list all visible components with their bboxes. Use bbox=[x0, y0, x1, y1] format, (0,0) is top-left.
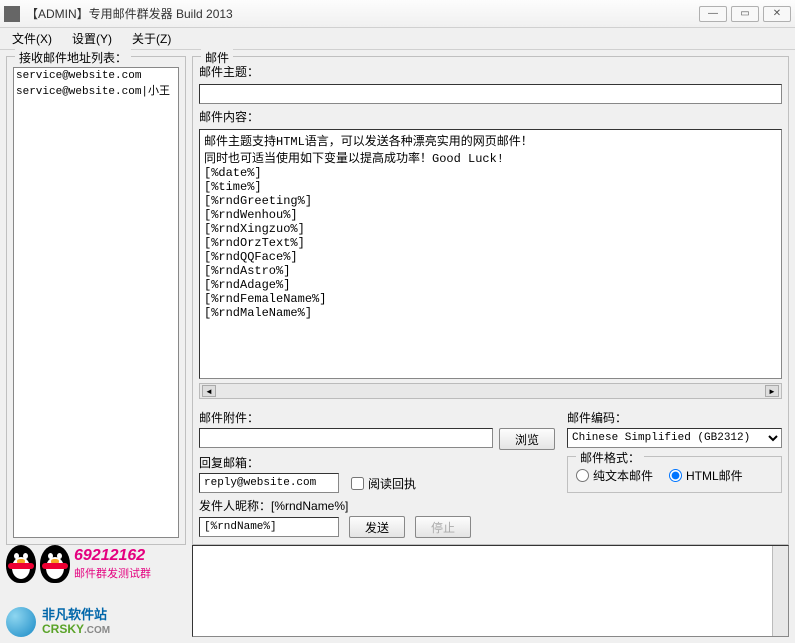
mail-legend: 邮件 bbox=[201, 49, 233, 66]
read-receipt-label: 阅读回执 bbox=[368, 475, 416, 492]
content-textarea[interactable]: 邮件主题支持HTML语言，可以发送各种漂亮实用的网页邮件！ 同时也可适当使用如下… bbox=[199, 129, 782, 379]
read-receipt-checkbox[interactable]: 阅读回执 bbox=[351, 475, 416, 492]
attach-input[interactable] bbox=[199, 428, 493, 448]
sender-input[interactable] bbox=[199, 517, 339, 537]
format-html-label: HTML邮件 bbox=[686, 467, 743, 484]
format-legend: 邮件格式： bbox=[576, 449, 644, 466]
browse-button[interactable]: 浏览 bbox=[499, 428, 555, 450]
window-title: 【ADMIN】专用邮件群发器 Build 2013 bbox=[26, 5, 699, 22]
qq-promo: 69212162 邮件群发测试群 bbox=[6, 545, 186, 583]
address-list-legend: 接收邮件地址列表： bbox=[15, 49, 131, 66]
encode-select[interactable]: Chinese Simplified (GB2312) bbox=[567, 428, 782, 448]
close-button[interactable]: ✕ bbox=[763, 6, 791, 22]
content-hscroll[interactable]: ◄ ► bbox=[199, 383, 782, 399]
mail-group: 邮件 邮件主题： 邮件内容： 邮件主题支持HTML语言，可以发送各种漂亮实用的网… bbox=[192, 56, 789, 545]
window-titlebar: 【ADMIN】专用邮件群发器 Build 2013 — ▭ ✕ bbox=[0, 0, 795, 28]
log-vscroll[interactable] bbox=[772, 546, 788, 636]
sender-label: 发件人昵称：[%rndName%] bbox=[199, 497, 555, 514]
maximize-button[interactable]: ▭ bbox=[731, 6, 759, 22]
encode-label: 邮件编码： bbox=[567, 409, 782, 426]
address-list-group: 接收邮件地址列表： service@website.com service@we… bbox=[6, 56, 186, 545]
promo-panel: 69212162 邮件群发测试群 非凡软件站 CRSKY.COM bbox=[6, 545, 186, 637]
qq-penguin-icon bbox=[40, 545, 70, 583]
format-plain-label: 纯文本邮件 bbox=[593, 467, 653, 484]
scroll-left-icon[interactable]: ◄ bbox=[202, 385, 216, 397]
content-label: 邮件内容： bbox=[199, 108, 782, 125]
subject-label: 邮件主题： bbox=[199, 63, 782, 80]
qq-number: 69212162 bbox=[74, 547, 151, 565]
format-plain-input[interactable] bbox=[576, 469, 589, 482]
send-button[interactable]: 发送 bbox=[349, 516, 405, 538]
menu-file[interactable]: 文件(X) bbox=[4, 28, 60, 49]
read-receipt-input[interactable] bbox=[351, 477, 364, 490]
reply-label: 回复邮箱： bbox=[199, 454, 555, 471]
address-list[interactable]: service@website.com service@website.com|… bbox=[13, 67, 179, 538]
stop-button[interactable]: 停止 bbox=[415, 516, 471, 538]
subject-input[interactable] bbox=[199, 84, 782, 104]
minimize-button[interactable]: — bbox=[699, 6, 727, 22]
menu-settings[interactable]: 设置(Y) bbox=[64, 28, 120, 49]
site-url: CRSKY.COM bbox=[42, 623, 110, 636]
attach-label: 邮件附件： bbox=[199, 409, 555, 426]
format-plain-radio[interactable]: 纯文本邮件 bbox=[576, 467, 653, 484]
menu-bar: 文件(X) 设置(Y) 关于(Z) bbox=[0, 28, 795, 50]
menu-about[interactable]: 关于(Z) bbox=[124, 28, 179, 49]
format-group: 邮件格式： 纯文本邮件 HTML邮件 bbox=[567, 456, 782, 493]
qq-penguin-icon bbox=[6, 545, 36, 583]
qq-label: 邮件群发测试群 bbox=[74, 565, 151, 581]
site-name: 非凡软件站 bbox=[42, 608, 110, 622]
reply-input[interactable] bbox=[199, 473, 339, 493]
format-html-radio[interactable]: HTML邮件 bbox=[669, 467, 743, 484]
scroll-right-icon[interactable]: ► bbox=[765, 385, 779, 397]
format-html-input[interactable] bbox=[669, 469, 682, 482]
app-icon bbox=[4, 6, 20, 22]
log-output[interactable] bbox=[192, 545, 789, 637]
